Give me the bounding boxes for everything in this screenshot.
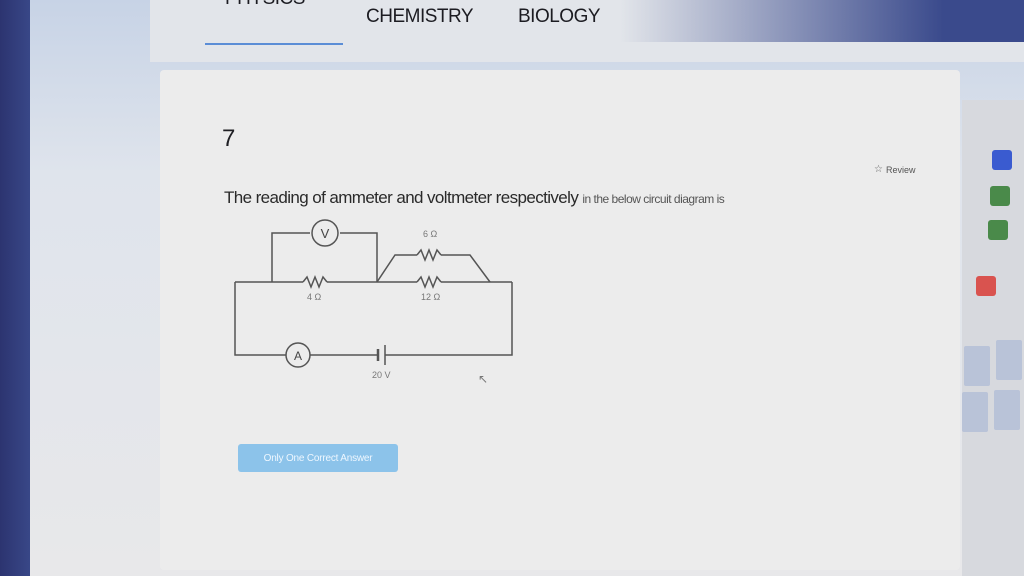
tab-physics[interactable]: PHYSICS bbox=[225, 0, 305, 10]
top-bar bbox=[620, 0, 1024, 42]
ammeter-icon: A bbox=[285, 342, 311, 368]
palette-item[interactable] bbox=[990, 186, 1010, 206]
circuit-diagram: V A 4 Ω 6 Ω 12 Ω 20 V bbox=[234, 219, 513, 380]
review-button[interactable]: ☆ Review bbox=[874, 164, 915, 175]
answer-type-badge: Only One Correct Answer bbox=[238, 444, 398, 472]
question-palette bbox=[962, 100, 1024, 576]
palette-item[interactable] bbox=[962, 392, 988, 432]
resistor-bottom-label: 12 Ω bbox=[421, 292, 441, 302]
tab-biology[interactable]: BIOLOGY bbox=[518, 6, 601, 28]
active-tab-indicator bbox=[205, 43, 343, 45]
mouse-cursor-icon: ↖ bbox=[478, 372, 489, 386]
star-icon: ☆ bbox=[874, 164, 883, 175]
question-text-tail: in the below circuit diagram is bbox=[582, 192, 725, 206]
resistor-top-label: 6 Ω bbox=[423, 229, 438, 239]
ammeter-symbol: A bbox=[294, 349, 302, 363]
tab-chemistry[interactable]: CHEMISTRY bbox=[366, 6, 474, 28]
resistor-left-label: 4 Ω bbox=[307, 292, 322, 302]
voltmeter-symbol: V bbox=[321, 226, 330, 241]
palette-item[interactable] bbox=[988, 220, 1008, 240]
battery-label: 20 V bbox=[372, 370, 391, 380]
palette-item[interactable] bbox=[992, 150, 1012, 170]
question-number: 7 bbox=[222, 125, 236, 152]
palette-item[interactable] bbox=[994, 390, 1020, 430]
review-label: Review bbox=[885, 164, 916, 175]
voltmeter-icon: V bbox=[311, 219, 339, 247]
palette-item[interactable] bbox=[996, 340, 1022, 380]
question-text: The reading of ammeter and voltmeter res… bbox=[224, 188, 725, 208]
question-text-main: The reading of ammeter and voltmeter res… bbox=[224, 188, 583, 207]
palette-item[interactable] bbox=[976, 276, 996, 296]
palette-item[interactable] bbox=[964, 346, 990, 386]
